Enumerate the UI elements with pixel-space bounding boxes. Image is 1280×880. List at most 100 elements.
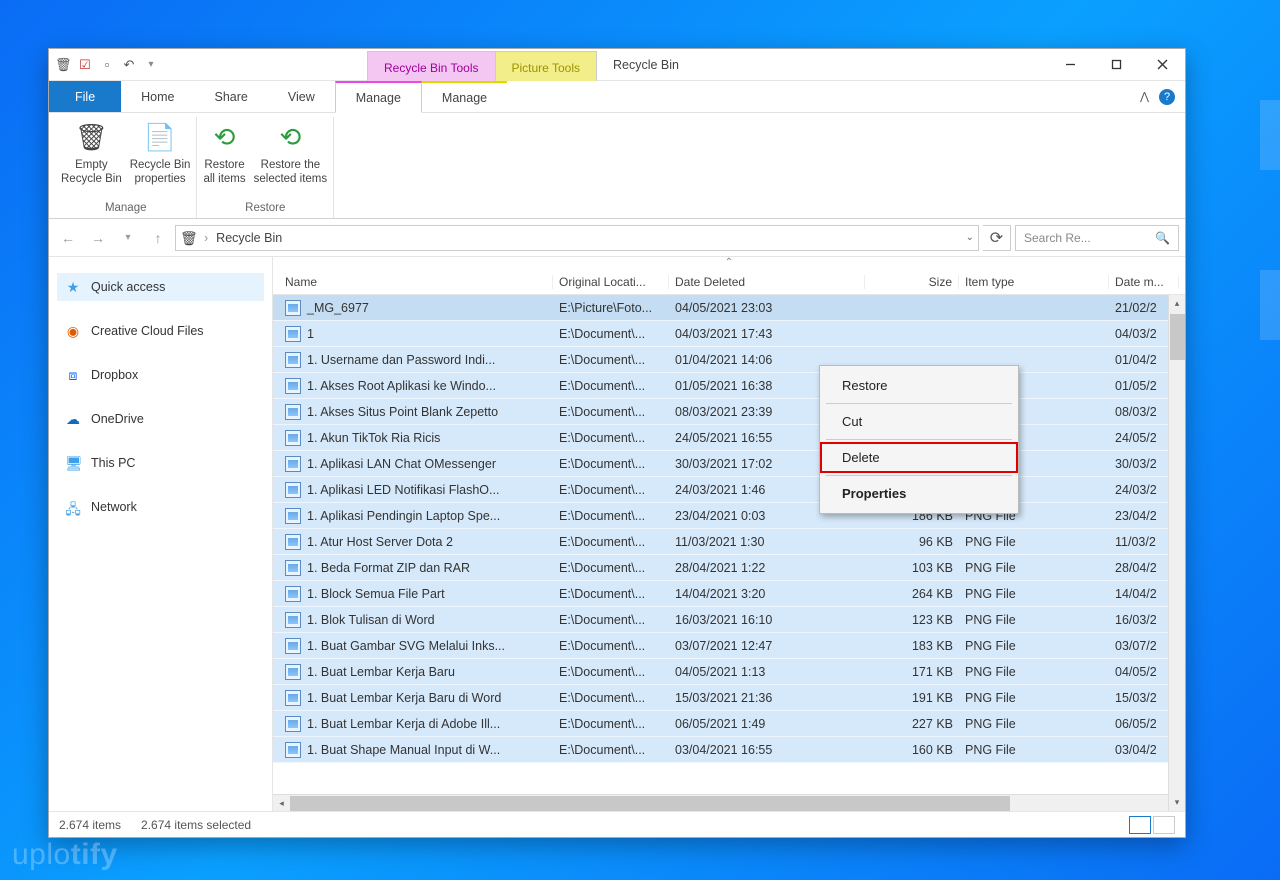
ribbon: 🗑 Empty Recycle Bin 📄 Recycle Bin proper… <box>49 113 1185 219</box>
image-file-icon <box>285 326 301 342</box>
table-row[interactable]: 1. Buat Shape Manual Input di W...E:\Doc… <box>273 737 1185 763</box>
sidebar-item-quick-access[interactable]: ★Quick access <box>57 273 264 301</box>
table-row[interactable]: 1. Buat Lembar Kerja Baru di WordE:\Docu… <box>273 685 1185 711</box>
breadcrumb[interactable]: Recycle Bin <box>216 231 282 245</box>
image-file-icon <box>285 638 301 654</box>
tab-manage-recycle[interactable]: Manage <box>335 81 422 113</box>
contextual-tab-recycle-bin-tools[interactable]: Recycle Bin Tools <box>367 51 496 81</box>
table-row[interactable]: 1. Aplikasi Pendingin Laptop Spe...E:\Do… <box>273 503 1185 529</box>
image-file-icon <box>285 404 301 420</box>
tab-home[interactable]: Home <box>121 81 194 112</box>
table-row[interactable]: 1. Aplikasi LAN Chat OMessengerE:\Docume… <box>273 451 1185 477</box>
context-cut[interactable]: Cut <box>820 406 1018 437</box>
tab-manage-picture[interactable]: Manage <box>422 81 507 112</box>
table-row[interactable]: 1. Aplikasi LED Notifikasi FlashO...E:\D… <box>273 477 1185 503</box>
collapse-ribbon-icon[interactable]: ⋀ <box>1140 90 1149 103</box>
column-headers[interactable]: Name Original Locati... Date Deleted Siz… <box>273 269 1185 295</box>
refresh-button[interactable]: ⟳ <box>983 225 1011 251</box>
history-dropdown[interactable]: ▾ <box>115 225 141 251</box>
column-size[interactable]: Size <box>865 275 959 289</box>
undo-icon[interactable]: ↶ <box>121 57 137 73</box>
sidebar-item-dropbox[interactable]: ⧈Dropbox <box>57 361 264 389</box>
properties-doc-icon: 📄 <box>143 121 177 155</box>
column-date-deleted[interactable]: Date Deleted <box>669 275 865 289</box>
sidebar-item-onedrive[interactable]: ☁OneDrive <box>57 405 264 433</box>
tab-file[interactable]: File <box>49 81 121 112</box>
address-input[interactable]: 🗑 › Recycle Bin ⌄ <box>175 225 979 251</box>
up-button[interactable]: ↑ <box>145 225 171 251</box>
back-button[interactable]: ← <box>55 225 81 251</box>
address-bar: ← → ▾ ↑ 🗑 › Recycle Bin ⌄ ⟳ Search Re...… <box>49 219 1185 257</box>
status-bar: 2.674 items 2.674 items selected <box>49 811 1185 837</box>
empty-recycle-bin-button[interactable]: 🗑 Empty Recycle Bin <box>61 121 122 187</box>
image-file-icon <box>285 300 301 316</box>
tab-share[interactable]: Share <box>195 81 268 112</box>
qat-dropdown-icon[interactable]: ▾ <box>143 57 159 73</box>
explorer-window: 🗑 ☑ ▫ ↶ ▾ Recycle Bin Tools Picture Tool… <box>48 48 1186 838</box>
table-row[interactable]: 1. Block Semua File PartE:\Document\...1… <box>273 581 1185 607</box>
table-row[interactable]: 1. Beda Format ZIP dan RARE:\Document\..… <box>273 555 1185 581</box>
table-row[interactable]: 1. Atur Host Server Dota 2E:\Document\..… <box>273 529 1185 555</box>
empty-bin-icon: 🗑 <box>74 121 108 155</box>
search-input[interactable]: Search Re... 🔍 <box>1015 225 1179 251</box>
table-row[interactable]: 1. Buat Gambar SVG Melalui Inks...E:\Doc… <box>273 633 1185 659</box>
recycle-bin-icon: 🗑 <box>180 230 196 246</box>
sidebar-item-this-pc[interactable]: 🖥This PC <box>57 449 264 477</box>
network-icon: 🖧 <box>65 499 81 515</box>
file-list-pane: ⌃ Name Original Locati... Date Deleted S… <box>273 257 1185 811</box>
column-name[interactable]: Name <box>273 275 553 289</box>
help-icon[interactable]: ? <box>1159 89 1175 105</box>
restore-selected-items-button[interactable]: ⟲ Restore the selected items <box>254 121 328 187</box>
maximize-button[interactable] <box>1093 49 1139 80</box>
large-icons-view-button[interactable] <box>1153 816 1175 834</box>
forward-button[interactable]: → <box>85 225 111 251</box>
context-restore[interactable]: Restore <box>820 370 1018 401</box>
image-file-icon <box>285 664 301 680</box>
column-item-type[interactable]: Item type <box>959 275 1109 289</box>
sidebar-item-network[interactable]: 🖧Network <box>57 493 264 521</box>
image-file-icon <box>285 352 301 368</box>
image-file-icon <box>285 534 301 550</box>
column-original-location[interactable]: Original Locati... <box>553 275 669 289</box>
minimize-button[interactable] <box>1047 49 1093 80</box>
recycle-bin-properties-button[interactable]: 📄 Recycle Bin properties <box>130 121 191 187</box>
context-delete[interactable]: Delete <box>820 442 1018 473</box>
details-view-button[interactable] <box>1129 816 1151 834</box>
close-button[interactable] <box>1139 49 1185 80</box>
table-row[interactable]: 1. Akses Root Aplikasi ke Windo...E:\Doc… <box>273 373 1185 399</box>
tab-view[interactable]: View <box>268 81 335 112</box>
horizontal-scrollbar[interactable]: ◂▸ <box>273 794 1185 811</box>
collapse-chevron-icon[interactable]: ⌃ <box>273 257 1185 269</box>
restore-all-icon: ⟲ <box>208 121 242 155</box>
column-date-modified[interactable]: Date m... <box>1109 275 1179 289</box>
table-row[interactable]: 1. Username dan Password Indi...E:\Docum… <box>273 347 1185 373</box>
star-icon: ★ <box>65 279 81 295</box>
table-row[interactable]: 1. Blok Tulisan di WordE:\Document\...16… <box>273 607 1185 633</box>
table-row[interactable]: 1. Buat Lembar Kerja BaruE:\Document\...… <box>273 659 1185 685</box>
table-row[interactable]: _MG_6977E:\Picture\Foto...04/05/2021 23:… <box>273 295 1185 321</box>
image-file-icon <box>285 378 301 394</box>
sidebar-item-creative-cloud[interactable]: ◉Creative Cloud Files <box>57 317 264 345</box>
onedrive-icon: ☁ <box>65 411 81 427</box>
table-row[interactable]: 1. Akun TikTok Ria RicisE:\Document\...2… <box>273 425 1185 451</box>
table-row[interactable]: 1E:\Document\...04/03/2021 17:4304/03/2 <box>273 321 1185 347</box>
properties-icon[interactable]: ☑ <box>77 57 93 73</box>
table-row[interactable]: 1. Buat Lembar Kerja di Adobe Ill...E:\D… <box>273 711 1185 737</box>
contextual-tab-picture-tools[interactable]: Picture Tools <box>495 51 597 81</box>
image-file-icon <box>285 560 301 576</box>
image-file-icon <box>285 690 301 706</box>
selected-count: 2.674 items selected <box>141 818 251 832</box>
watermark: uplotify <box>12 838 118 872</box>
image-file-icon <box>285 482 301 498</box>
vertical-scrollbar[interactable]: ▴▾ <box>1168 295 1185 811</box>
context-properties[interactable]: Properties <box>820 478 1018 509</box>
image-file-icon <box>285 586 301 602</box>
table-row[interactable]: 1. Akses Situs Point Blank ZepettoE:\Doc… <box>273 399 1185 425</box>
new-folder-icon[interactable]: ▫ <box>99 57 115 73</box>
quick-access-toolbar: 🗑 ☑ ▫ ↶ ▾ <box>49 49 165 80</box>
image-file-icon <box>285 508 301 524</box>
restore-all-items-button[interactable]: ⟲ Restore all items <box>203 121 245 187</box>
dropbox-icon: ⧈ <box>65 367 81 383</box>
context-menu: Restore Cut Delete Properties <box>819 365 1019 514</box>
recycle-bin-icon: 🗑 <box>55 57 71 73</box>
